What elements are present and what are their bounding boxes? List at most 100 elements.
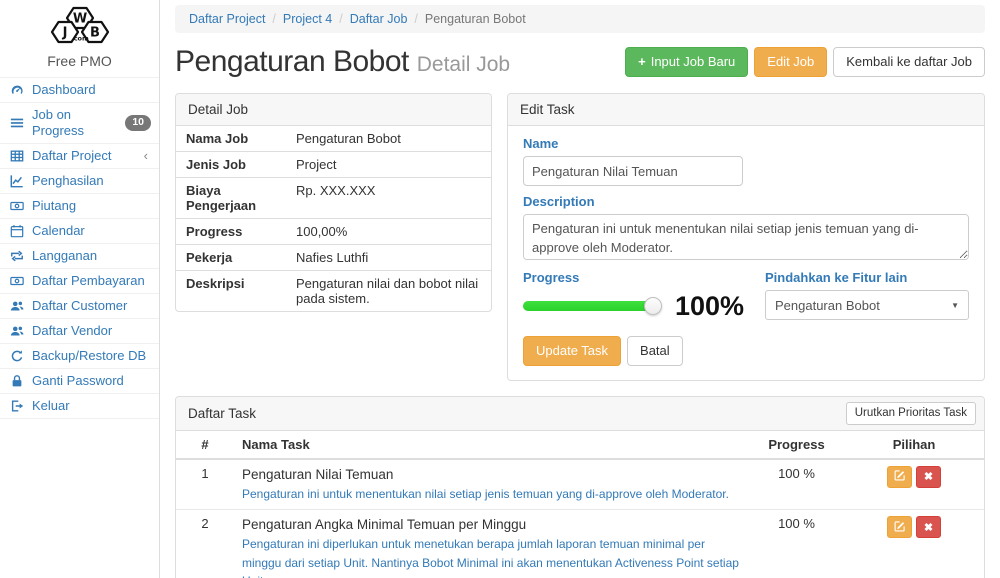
delete-task-button[interactable]: ✖ <box>916 466 941 488</box>
detail-label: Nama Job <box>176 126 286 152</box>
sidebar-item-dashboard[interactable]: Dashboard <box>0 77 159 102</box>
detail-value: Pengaturan nilai dan bobot nilai pada si… <box>286 271 491 312</box>
progress-value: 100% <box>675 291 744 322</box>
sidebar-item-langganan[interactable]: Langganan <box>0 243 159 268</box>
x-icon: ✖ <box>924 521 933 534</box>
detail-label: Deskripsi <box>176 271 286 312</box>
money-icon <box>10 199 25 213</box>
sidebar-item-label: Daftar Pembayaran <box>32 273 145 289</box>
delete-task-button[interactable]: ✖ <box>916 516 941 538</box>
sidebar-item-label: Daftar Project <box>32 148 111 164</box>
breadcrumb-pengaturan-bobot: Pengaturan Bobot <box>425 12 526 26</box>
lock-icon <box>10 374 25 388</box>
detail-label: Progress <box>176 219 286 245</box>
task-name: Pengaturan Nilai Temuan <box>242 467 741 482</box>
sidebar-item-label: Backup/Restore DB <box>32 348 146 364</box>
update-task-button[interactable]: Update Task <box>523 336 621 366</box>
breadcrumb-daftar-project[interactable]: Daftar Project <box>189 12 265 26</box>
task-description-input[interactable]: Pengaturan ini untuk menentukan nilai se… <box>523 214 969 260</box>
task-progress: 100 % <box>749 459 844 510</box>
count-badge: 10 <box>125 115 151 131</box>
sidebar-item-label: Piutang <box>32 198 76 214</box>
sidebar-item-label: Langganan <box>32 248 97 264</box>
detail-row-deskripsi: DeskripsiPengaturan nilai dan bobot nila… <box>176 271 491 312</box>
detail-value: 100,00% <box>286 219 491 245</box>
column-header-nama-task: Nama Task <box>234 431 749 459</box>
edit-job-button[interactable]: Edit Job <box>754 47 827 77</box>
edit-task-buttons: Update Task Batal <box>523 336 969 366</box>
dashboard-icon <box>10 83 25 97</box>
sidebar-item-daftar-project[interactable]: Daftar Project‹ <box>0 143 159 168</box>
svg-text:.com: .com <box>71 35 89 43</box>
calendar-icon <box>10 224 25 238</box>
brand-name: Free PMO <box>0 53 159 69</box>
caret-down-icon: ▼ <box>951 301 959 310</box>
detail-job-panel: Detail Job Nama JobPengaturan BobotJenis… <box>175 93 492 312</box>
detail-label: Pekerja <box>176 245 286 271</box>
detail-job-heading: Detail Job <box>176 94 491 126</box>
main-content: Daftar Project/Project 4/Daftar Job/Peng… <box>160 0 1000 578</box>
sidebar-item-daftar-customer[interactable]: Daftar Customer <box>0 293 159 318</box>
edit-task-body: Name Description Pengaturan ini untuk me… <box>508 126 984 380</box>
sidebar-item-daftar-vendor[interactable]: Daftar Vendor <box>0 318 159 343</box>
sidebar-item-keluar[interactable]: Keluar <box>0 393 159 419</box>
detail-job-table: Nama JobPengaturan BobotJenis JobProject… <box>176 126 491 311</box>
progress-slider[interactable] <box>523 301 653 311</box>
daftar-task-heading: Daftar Task <box>188 406 256 421</box>
sidebar-item-daftar-pembayaran[interactable]: Daftar Pembayaran <box>0 268 159 293</box>
logo: W J B .com Free PMO <box>0 0 159 77</box>
move-feature-column: Pindahkan ke Fitur lain Pengaturan Bobot… <box>765 262 969 320</box>
input-job-baru-label: Input Job Baru <box>651 54 736 70</box>
sidebar-item-penghasilan[interactable]: Penghasilan <box>0 168 159 193</box>
daftar-task-panel: Daftar Task Urutkan Prioritas Task #Nama… <box>175 396 985 578</box>
detail-value: Pengaturan Bobot <box>286 126 491 152</box>
task-name-input[interactable] <box>523 156 743 186</box>
page-header: Pengaturan Bobot Detail Job + Input Job … <box>175 45 985 79</box>
edit-task-button[interactable] <box>887 516 912 538</box>
pencil-square-icon <box>894 520 906 535</box>
sidebar-item-label: Calendar <box>32 223 85 239</box>
input-job-baru-button[interactable]: + Input Job Baru <box>625 47 748 77</box>
detail-value: Nafies Luthfi <box>286 245 491 271</box>
sidebar-item-piutang[interactable]: Piutang <box>0 193 159 218</box>
description-label: Description <box>523 194 969 209</box>
move-feature-select[interactable]: Pengaturan Bobot ▼ <box>765 290 969 320</box>
task-row: 1 Pengaturan Nilai Temuan Pengaturan ini u… <box>176 459 984 510</box>
page-title: Pengaturan Bobot <box>175 45 409 78</box>
users-icon <box>10 324 25 338</box>
progress-slider-handle[interactable] <box>644 297 662 315</box>
progress-column: Progress 100% <box>523 262 765 320</box>
repeat-icon <box>10 249 25 263</box>
urutkan-prioritas-task-top-button[interactable]: Urutkan Prioritas Task <box>846 402 976 424</box>
detail-label: Biaya Pengerjaan <box>176 178 286 219</box>
progress-row: Progress 100% Pindahkan ke Fitur lain <box>523 262 969 320</box>
breadcrumb: Daftar Project/Project 4/Daftar Job/Peng… <box>175 5 985 33</box>
sidebar-item-ganti-password[interactable]: Ganti Password <box>0 368 159 393</box>
task-name: Pengaturan Angka Minimal Temuan per Ming… <box>242 517 741 532</box>
detail-value: Rp. XXX.XXX <box>286 178 491 219</box>
breadcrumb-project-4[interactable]: Project 4 <box>283 12 332 26</box>
list-icon <box>10 116 25 130</box>
sidebar-item-job-on-progress[interactable]: Job on Progress10 <box>0 102 159 143</box>
edit-task-panel: Edit Task Name Description Pengaturan in… <box>507 93 985 381</box>
sidebar-item-label: Daftar Customer <box>32 298 127 314</box>
sidebar-item-label: Dashboard <box>32 82 96 98</box>
edit-task-heading: Edit Task <box>508 94 984 126</box>
page-subtitle: Detail Job <box>417 53 510 76</box>
detail-row-biaya-pengerjaan: Biaya PengerjaanRp. XXX.XXX <box>176 178 491 219</box>
sidebar-item-label: Ganti Password <box>32 373 124 389</box>
daftar-task-heading-bar: Daftar Task Urutkan Prioritas Task <box>176 397 984 430</box>
kembali-ke-daftar-job-button[interactable]: Kembali ke daftar Job <box>833 47 985 77</box>
task-number: 1 <box>176 459 234 510</box>
sidebar-item-backup-restore-db[interactable]: Backup/Restore DB <box>0 343 159 368</box>
task-actions: ✖ <box>844 510 984 578</box>
task-description: Pengaturan ini untuk menentukan nilai se… <box>242 485 741 504</box>
breadcrumb-daftar-job[interactable]: Daftar Job <box>350 12 408 26</box>
task-table-header-row: #Nama TaskProgressPilihan <box>176 431 984 459</box>
batal-button[interactable]: Batal <box>627 336 683 366</box>
sidebar-item-label: Keluar <box>32 398 70 414</box>
sidebar-item-calendar[interactable]: Calendar <box>0 218 159 243</box>
edit-task-button[interactable] <box>887 466 912 488</box>
breadcrumb-separator: / <box>272 12 275 26</box>
line-chart-icon <box>10 174 25 188</box>
